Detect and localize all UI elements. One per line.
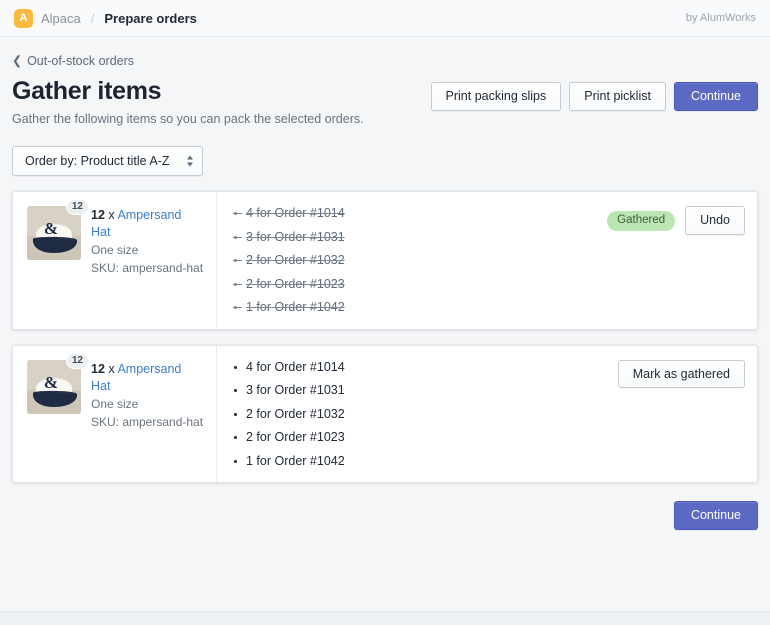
order-list: 4 for Order #1014 3 for Order #1031 2 fo… xyxy=(233,361,593,468)
order-list-item: 1 for Order #1042 xyxy=(233,301,593,314)
product-multiplier: x xyxy=(108,208,115,223)
gather-item-card: & 12 12 x Ampersand Hat One size SKU: am… xyxy=(12,344,758,484)
page-content: ❮ Out-of-stock orders Gather items Gathe… xyxy=(0,37,770,530)
app-logo-icon: A xyxy=(14,8,33,28)
print-packing-slips-button[interactable]: Print packing slips xyxy=(430,82,562,111)
footer-actions: Continue xyxy=(12,501,758,530)
svg-text:&: & xyxy=(44,373,58,392)
product-summary: & 12 12 x Ampersand Hat One size SKU: am… xyxy=(13,192,217,329)
page-header-actions: Print packing slips Print picklist Conti… xyxy=(430,77,758,111)
order-list-item: 3 for Order #1031 xyxy=(233,231,593,244)
app-topbar: A Alpaca / Prepare orders by AlumWorks xyxy=(0,0,770,37)
product-variant: One size xyxy=(91,243,139,257)
product-variant: One size xyxy=(91,396,139,411)
order-list-item-label: 1 for Order #1042 xyxy=(246,300,345,315)
product-meta: 12 x Ampersand Hat One size SKU: ampersa… xyxy=(91,360,204,431)
chevron-left-icon: ❮ xyxy=(12,53,23,68)
order-list-item: 2 for Order #1032 xyxy=(233,408,593,421)
order-list-item: 2 for Order #1032 xyxy=(233,254,593,267)
order-list-item: 2 for Order #1023 xyxy=(233,278,593,291)
page-header: Gather items Gather the following items … xyxy=(12,77,758,126)
continue-button-top[interactable]: Continue xyxy=(673,82,758,111)
order-allocation-list: 4 for Order #1014 3 for Order #1031 2 fo… xyxy=(217,346,607,483)
order-list-item: 3 for Order #1031 xyxy=(233,384,593,397)
product-summary: & 12 12 x Ampersand Hat One size SKU: am… xyxy=(13,345,217,483)
order-list-item: 2 for Order #1023 xyxy=(233,431,593,444)
status-badge: Gathered xyxy=(607,211,676,231)
print-picklist-button[interactable]: Print picklist xyxy=(569,82,666,111)
breadcrumb: A Alpaca / Prepare orders xyxy=(14,8,197,28)
gather-item-card: & 12 12 x Ampersand Hat One size SKU: am… xyxy=(12,191,758,330)
product-multiplier: x xyxy=(108,361,115,376)
product-thumbnail-wrap: & 12 xyxy=(27,352,89,414)
order-list: 4 for Order #1014 3 for Order #1031 2 fo… xyxy=(233,207,593,314)
product-sku: SKU: ampersand-hat xyxy=(91,261,204,275)
product-title-link[interactable]: Ampersand Hat xyxy=(91,208,181,239)
card-actions: Mark as gathered xyxy=(607,346,757,483)
back-link-label: Out-of-stock orders xyxy=(27,54,135,68)
order-list-item: 4 for Order #1014 xyxy=(233,361,593,374)
order-allocation-list: 4 for Order #1014 3 for Order #1031 2 fo… xyxy=(217,192,607,329)
order-list-item: 1 for Order #1042 xyxy=(233,455,593,468)
back-link[interactable]: ❮ Out-of-stock orders xyxy=(12,54,134,68)
bottom-strip xyxy=(0,611,770,625)
continue-button-bottom[interactable]: Continue xyxy=(673,501,758,530)
breadcrumb-shop-name[interactable]: Alpaca xyxy=(41,11,81,26)
undo-button[interactable]: Undo xyxy=(685,206,745,235)
order-list-item-label: 2 for Order #1032 xyxy=(246,253,345,268)
product-title-line: 12 x Ampersand Hat xyxy=(91,361,204,395)
page-subtitle: Gather the following items so you can pa… xyxy=(12,111,364,126)
product-meta: 12 x Ampersand Hat One size SKU: ampersa… xyxy=(91,206,204,277)
app-byline: by AlumWorks xyxy=(685,12,756,24)
order-by-select-value[interactable]: Order by: Product title A-Z xyxy=(12,145,203,177)
order-list-item-label: 3 for Order #1031 xyxy=(246,229,345,244)
product-thumbnail-wrap: & 12 xyxy=(27,199,89,261)
product-sku: SKU: ampersand-hat xyxy=(91,414,204,429)
gather-items-list: & 12 12 x Ampersand Hat One size SKU: am… xyxy=(12,191,758,484)
page-title: Gather items xyxy=(12,77,162,105)
product-quantity: 12 xyxy=(91,361,105,376)
page-header-text: Gather items Gather the following items … xyxy=(12,77,364,126)
order-by-select[interactable]: Order by: Product title A-Z xyxy=(12,145,203,177)
product-title-line: 12 x Ampersand Hat xyxy=(91,207,204,241)
sort-controls: Order by: Product title A-Z xyxy=(12,145,758,177)
order-list-item-label: 4 for Order #1014 xyxy=(246,206,345,221)
svg-text:&: & xyxy=(44,219,58,238)
product-count-badge: 12 xyxy=(65,199,89,216)
product-title-link[interactable]: Ampersand Hat xyxy=(91,362,181,393)
mark-as-gathered-button[interactable]: Mark as gathered xyxy=(617,359,745,389)
breadcrumb-separator: / xyxy=(90,10,95,26)
breadcrumb-current-page: Prepare orders xyxy=(104,10,197,26)
order-list-item: 4 for Order #1014 xyxy=(233,207,593,220)
product-count-badge: 12 xyxy=(65,352,89,369)
product-quantity: 12 xyxy=(91,208,105,223)
order-list-item-label: 2 for Order #1023 xyxy=(246,276,345,291)
card-actions: Gathered Undo xyxy=(607,192,757,329)
